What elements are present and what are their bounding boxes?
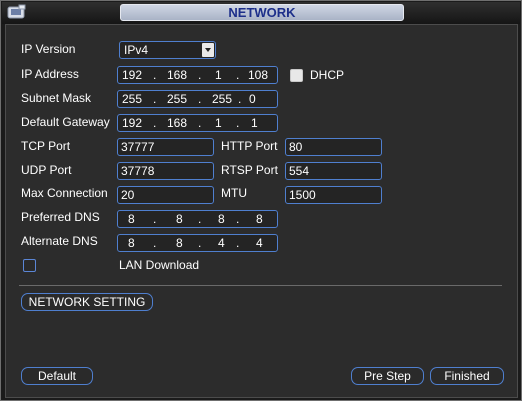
preferred-dns-label: Preferred DNS: [21, 210, 100, 224]
network-setting-button[interactable]: NETWORK SETTING: [21, 293, 153, 311]
mtu-input[interactable]: 1500: [285, 186, 382, 204]
octet-separator: .: [236, 116, 240, 130]
octet-separator: .: [198, 212, 202, 226]
octet-separator: .: [198, 68, 202, 82]
lan-download-label: LAN Download: [119, 258, 200, 272]
network-window: NETWORK IP Version IPv4 IP Address 192 .…: [0, 0, 522, 401]
max-connection-input[interactable]: 20: [117, 186, 214, 204]
alternate-dns-input[interactable]: 8 . 8 . 4 . 4: [117, 234, 278, 252]
octet-separator: .: [153, 68, 157, 82]
udp-port-label: UDP Port: [21, 163, 72, 177]
title-bar: NETWORK: [2, 2, 520, 24]
subnet-mask-octet-4[interactable]: 0: [249, 91, 256, 107]
network-form-panel: IP Version IPv4 IP Address 192 . 168 . 1…: [5, 24, 518, 398]
default-gateway-octet-3[interactable]: 1: [215, 115, 222, 131]
alternate-dns-label: Alternate DNS: [21, 234, 98, 248]
ip-address-octet-4[interactable]: 108: [248, 67, 268, 83]
octet-separator: .: [238, 92, 242, 106]
alternate-dns-octet-1[interactable]: 8: [128, 235, 135, 251]
octet-separator: .: [153, 92, 157, 106]
preferred-dns-octet-1[interactable]: 8: [128, 211, 135, 227]
default-gateway-octet-4[interactable]: 1: [251, 115, 258, 131]
octet-separator: .: [236, 236, 240, 250]
alternate-dns-octet-3[interactable]: 4: [218, 235, 225, 251]
preferred-dns-octet-4[interactable]: 8: [256, 211, 263, 227]
max-connection-label: Max Connection: [21, 186, 108, 200]
default-gateway-label: Default Gateway: [21, 115, 110, 129]
ip-address-octet-1[interactable]: 192: [122, 67, 142, 83]
ip-address-octet-3[interactable]: 1: [215, 67, 222, 83]
http-port-label: HTTP Port: [221, 139, 278, 153]
subnet-mask-label: Subnet Mask: [21, 91, 92, 105]
subnet-mask-octet-2[interactable]: 255: [167, 91, 187, 107]
octet-separator: .: [153, 116, 157, 130]
rtsp-port-input[interactable]: 554: [285, 162, 382, 180]
rtsp-port-label: RTSP Port: [221, 163, 278, 177]
subnet-mask-octet-1[interactable]: 255: [122, 91, 142, 107]
default-gateway-octet-2[interactable]: 168: [167, 115, 187, 131]
preferred-dns-octet-3[interactable]: 8: [218, 211, 225, 227]
ip-version-select[interactable]: IPv4: [119, 41, 216, 59]
subnet-mask-octet-3[interactable]: 255: [212, 91, 232, 107]
pre-step-button[interactable]: Pre Step: [351, 367, 424, 385]
dhcp-label: DHCP: [310, 68, 345, 82]
octet-separator: .: [236, 68, 240, 82]
ip-version-value: IPv4: [124, 43, 149, 57]
ip-address-input[interactable]: 192 . 168 . 1 . 108: [117, 66, 278, 84]
divider: [19, 285, 502, 286]
octet-separator: .: [153, 236, 157, 250]
preferred-dns-octet-2[interactable]: 8: [176, 211, 183, 227]
chevron-down-icon[interactable]: [202, 43, 214, 57]
ip-address-octet-2[interactable]: 168: [167, 67, 187, 83]
ip-version-label: IP Version: [21, 42, 76, 56]
default-gateway-octet-1[interactable]: 192: [122, 115, 142, 131]
network-settings-icon: [7, 4, 27, 20]
tcp-port-input[interactable]: 37777: [117, 138, 214, 156]
default-button[interactable]: Default: [21, 367, 93, 385]
octet-separator: .: [198, 92, 202, 106]
alternate-dns-octet-2[interactable]: 8: [176, 235, 183, 251]
http-port-input[interactable]: 80: [285, 138, 382, 156]
window-title: NETWORK: [120, 4, 404, 21]
tcp-port-label: TCP Port: [21, 139, 71, 153]
ip-address-label: IP Address: [21, 67, 79, 81]
octet-separator: .: [198, 116, 202, 130]
mtu-label: MTU: [221, 186, 247, 200]
default-gateway-input[interactable]: 192 . 168 . 1 . 1: [117, 114, 278, 132]
alternate-dns-octet-4[interactable]: 4: [256, 235, 263, 251]
preferred-dns-input[interactable]: 8 . 8 . 8 . 8: [117, 210, 278, 228]
octet-separator: .: [153, 212, 157, 226]
finished-button[interactable]: Finished: [430, 367, 504, 385]
dhcp-checkbox[interactable]: [290, 69, 303, 82]
octet-separator: .: [198, 236, 202, 250]
lan-download-checkbox[interactable]: [23, 259, 36, 272]
udp-port-input[interactable]: 37778: [117, 162, 214, 180]
subnet-mask-input[interactable]: 255 . 255 . 255 . 0: [117, 90, 278, 108]
octet-separator: .: [236, 212, 240, 226]
